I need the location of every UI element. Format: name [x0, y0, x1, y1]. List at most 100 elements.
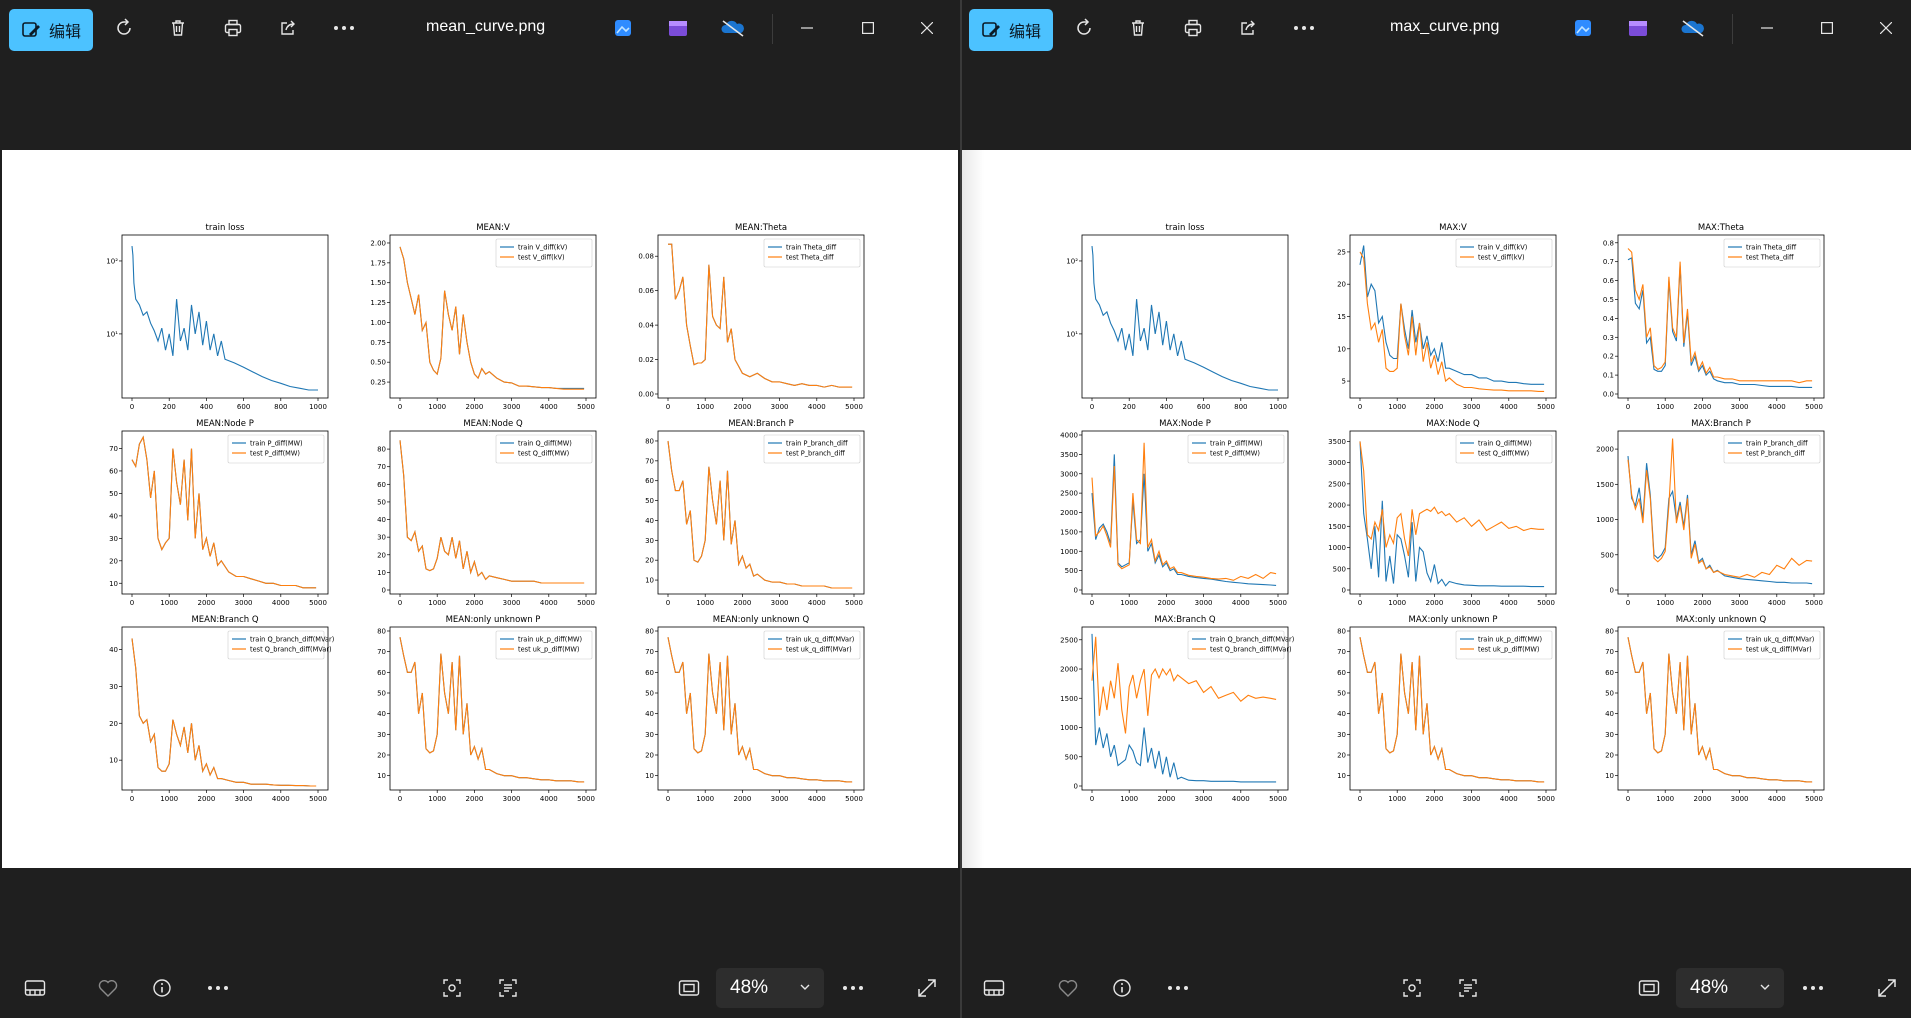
plot-title: MEAN:Theta	[735, 223, 787, 233]
y-tick-label: 30	[109, 683, 118, 691]
y-tick-label: 20	[377, 551, 386, 559]
clipchamp-icon	[669, 21, 687, 36]
y-tick-label: 30	[1605, 731, 1614, 739]
y-tick-label: 1500	[1596, 481, 1614, 489]
visual-search-button[interactable]	[1392, 968, 1432, 1008]
x-tick-label: 2000	[465, 599, 483, 607]
onedrive-button[interactable]	[1673, 8, 1713, 48]
x-tick-label: 800	[274, 403, 287, 411]
zoom-dropdown[interactable]: 48%	[716, 968, 824, 1008]
x-tick-label: 5000	[577, 599, 595, 607]
x-tick-label: 1000	[1388, 403, 1406, 411]
x-tick-label: 4000	[540, 403, 558, 411]
delete-button[interactable]	[158, 8, 198, 48]
x-tick-label: 2000	[1425, 795, 1443, 803]
y-tick-label: 10¹	[1066, 330, 1078, 338]
onedrive-button[interactable]	[713, 8, 753, 48]
bottom-more-button-2[interactable]	[833, 968, 873, 1008]
y-tick-label: 0.7	[1603, 258, 1614, 266]
y-tick-label: 3500	[1328, 438, 1346, 446]
y-tick-label: 50	[377, 690, 386, 698]
x-tick-label: 4000	[1232, 795, 1250, 803]
edit-button[interactable]: 编辑	[969, 9, 1053, 51]
favorite-button[interactable]	[88, 968, 128, 1008]
share-button[interactable]	[1228, 8, 1268, 48]
x-tick-label: 200	[163, 403, 176, 411]
edit-button[interactable]: 编辑	[9, 9, 93, 51]
text-scan-button[interactable]	[1448, 968, 1488, 1008]
more-button[interactable]	[324, 8, 364, 48]
info-button[interactable]	[142, 968, 182, 1008]
x-tick-label: 1000	[160, 795, 178, 803]
favorite-icon	[1058, 980, 1078, 997]
y-tick-label: 1000	[1060, 548, 1078, 556]
actual-size-button[interactable]	[669, 968, 709, 1008]
subplot: MEAN:Theta 0.00 0.02 0.04 0.06 0.08 0 1000 2000 3…	[638, 223, 865, 411]
subplot: MAX:only unknown P 10 20 30 40 50 60 70 80 0 1000 2…	[1337, 615, 1557, 803]
chevron-down-icon	[1760, 984, 1770, 990]
filmstrip-button[interactable]	[974, 968, 1014, 1008]
fullscreen-button[interactable]	[1867, 968, 1907, 1008]
bottom-more-button[interactable]	[1158, 968, 1198, 1008]
x-tick-label: 3000	[771, 599, 789, 607]
close-icon	[1880, 22, 1892, 34]
image-canvas[interactable]: train loss 10¹ 10² 0 200 400 600 800 1000 MEAN:V 0…	[2, 150, 958, 868]
y-tick-label: 70	[109, 445, 118, 453]
y-tick-label: 60	[645, 477, 654, 485]
x-tick-label: 0	[1090, 599, 1094, 607]
maximize-button[interactable]	[848, 8, 888, 48]
minimize-button[interactable]	[1747, 8, 1787, 48]
clipchamp-button[interactable]	[658, 8, 698, 48]
y-tick-label: 30	[109, 535, 118, 543]
clipchamp-button[interactable]	[1618, 8, 1658, 48]
fullscreen-button[interactable]	[907, 968, 947, 1008]
photos-app-button[interactable]	[1563, 8, 1603, 48]
delete-button[interactable]	[1118, 8, 1158, 48]
print-button[interactable]	[1173, 8, 1213, 48]
image-canvas[interactable]: train loss 10¹ 10² 0 200 400 600 800 1000 MAX:V 5 1…	[962, 150, 1911, 868]
x-tick-label: 800	[1234, 403, 1247, 411]
bottom-more-button[interactable]	[198, 968, 238, 1008]
text-scan-button[interactable]	[488, 968, 528, 1008]
rotate-button[interactable]	[1064, 8, 1104, 48]
subplot: MAX:Theta 0.0 0.1 0.2 0.3 0.4 0.5 0.6 0.7 0.8 0 100…	[1603, 223, 1825, 411]
x-tick-label: 4000	[272, 599, 290, 607]
legend-label: train P_diff(MW)	[1210, 439, 1263, 447]
x-tick-label: 3000	[503, 795, 521, 803]
rotate-icon	[117, 18, 131, 35]
x-tick-label: 400	[1160, 403, 1173, 411]
y-tick-label: 500	[1333, 565, 1346, 573]
minimize-button[interactable]	[787, 8, 827, 48]
print-button[interactable]	[213, 8, 253, 48]
more-button[interactable]	[1284, 8, 1324, 48]
info-button[interactable]	[1102, 968, 1142, 1008]
legend-label: test Q_diff(MW)	[518, 449, 569, 457]
filmstrip-button[interactable]	[15, 968, 55, 1008]
y-tick-label: 1.75	[370, 259, 386, 267]
legend-label: test P_branch_diff	[1746, 449, 1805, 457]
subplot: MEAN:only unknown Q 10 20 30 40 50 60 70 80 0 1000…	[645, 615, 865, 803]
close-button[interactable]	[907, 8, 947, 48]
y-tick-label: 2500	[1060, 490, 1078, 498]
top-toolbar: 编辑 max_curve.png	[962, 0, 1911, 58]
visual-search-button[interactable]	[432, 968, 472, 1008]
series-line	[131, 246, 318, 391]
close-button[interactable]	[1866, 8, 1906, 48]
subplot: MAX:Branch P 0 500 1000 1500 2000 0 1000 2000 300…	[1596, 419, 1825, 607]
series-line	[131, 638, 317, 787]
y-tick-label: 20	[1337, 281, 1346, 289]
y-tick-label: 3000	[1328, 459, 1346, 467]
favorite-button[interactable]	[1048, 968, 1088, 1008]
edit-label: 编辑	[49, 22, 82, 41]
y-tick-label: 0.50	[370, 359, 386, 367]
actual-size-button[interactable]	[1629, 968, 1669, 1008]
x-tick-label: 1000	[696, 403, 714, 411]
bottom-more-button-2[interactable]	[1793, 968, 1833, 1008]
y-tick-label: 60	[377, 481, 386, 489]
photos-app-button[interactable]	[603, 8, 643, 48]
maximize-button[interactable]	[1807, 8, 1847, 48]
legend-label: train Theta_diff	[1746, 243, 1797, 251]
rotate-button[interactable]	[104, 8, 144, 48]
zoom-dropdown[interactable]: 48%	[1676, 968, 1784, 1008]
share-button[interactable]	[268, 8, 308, 48]
